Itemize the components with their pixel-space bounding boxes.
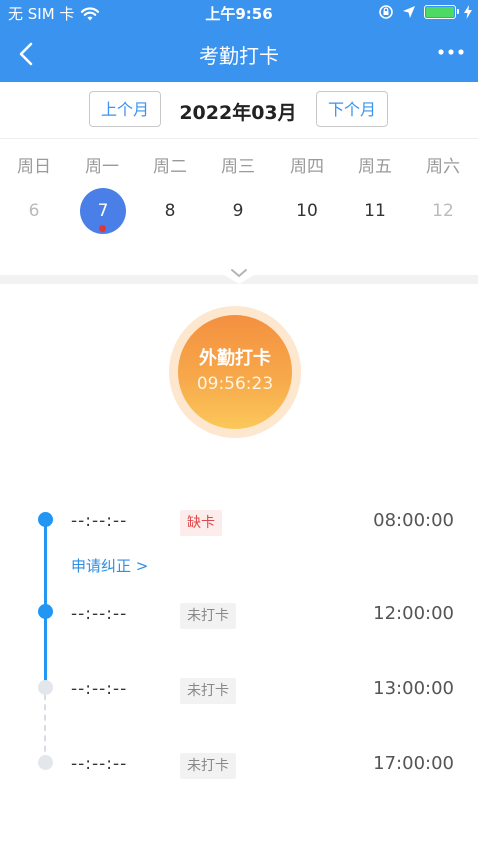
timeline-node (38, 755, 53, 770)
status-right (378, 4, 472, 20)
date-label: 8 (164, 201, 176, 221)
field-punch-button[interactable]: 外勤打卡 09:56:23 (169, 306, 301, 438)
date-label: 9 (232, 201, 244, 221)
status-badge-missing: 缺卡 (180, 510, 222, 536)
timeline-node (38, 680, 53, 695)
scheduled-time: 08:00:00 (373, 510, 454, 531)
date-cell[interactable]: 6 (11, 188, 57, 234)
punch-record-time: --:--:-- (71, 604, 128, 624)
weekday-wed: 周三 (221, 157, 255, 177)
scheduled-time: 13:00:00 (373, 678, 454, 699)
date-label: 6 (28, 201, 40, 221)
more-icon[interactable] (436, 44, 466, 60)
date-cell[interactable]: 12 (420, 188, 466, 234)
attendance-timeline: --:--:-- 缺卡 08:00:00 申请纠正 > --:--:-- 未打卡… (0, 500, 478, 800)
punch-button-time: 09:56:23 (196, 374, 274, 394)
apply-correction-link[interactable]: 申请纠正 > (71, 555, 148, 576)
timeline-line-active (44, 612, 47, 684)
month-selector: 上个月 2022年03月 下个月 (0, 82, 478, 139)
timeline-node (38, 604, 53, 619)
date-label: 12 (432, 201, 454, 221)
status-badge: 未打卡 (180, 678, 236, 704)
punch-record-time: --:--:-- (71, 511, 128, 531)
date-cell[interactable]: 11 (352, 188, 398, 234)
punch-button-label: 外勤打卡 (199, 348, 271, 369)
punch-record-time: --:--:-- (71, 754, 128, 774)
weekday-fri: 周五 (358, 157, 392, 177)
date-cell[interactable]: 10 (284, 188, 330, 234)
date-cell-selected[interactable]: 7 (80, 188, 126, 234)
timeline-line-pending (44, 694, 46, 762)
scheduled-time: 12:00:00 (373, 603, 454, 624)
punch-record-time: --:--:-- (71, 679, 128, 699)
current-month-label: 2022年03月 (179, 102, 297, 124)
prev-month-button[interactable]: 上个月 (89, 91, 161, 127)
status-bar: 无 SIM 卡 上午9:56 (0, 0, 478, 26)
scheduled-time: 17:00:00 (373, 753, 454, 774)
date-label: 10 (296, 201, 318, 221)
attendance-alert-dot (99, 225, 106, 232)
weekday-tue: 周二 (153, 157, 187, 177)
next-month-button[interactable]: 下个月 (316, 91, 388, 127)
rotation-lock-icon (379, 5, 393, 19)
weekday-thu: 周四 (290, 157, 324, 177)
charging-bolt-icon (464, 5, 472, 19)
location-arrow-icon (403, 6, 415, 18)
page-title: 考勤打卡 (199, 44, 279, 68)
status-badge: 未打卡 (180, 603, 236, 629)
nav-bar: 考勤打卡 (0, 26, 478, 82)
timeline-node (38, 512, 53, 527)
battery-icon (424, 5, 459, 19)
date-label: 11 (364, 201, 386, 221)
date-cell[interactable]: 8 (147, 188, 193, 234)
timeline-line-active (44, 519, 47, 613)
weekday-sat: 周六 (426, 157, 460, 177)
punch-button-core (178, 315, 292, 429)
date-label: 7 (97, 201, 109, 221)
weekday-sun: 周日 (17, 157, 51, 177)
chevron-down-icon[interactable] (222, 262, 256, 284)
weekday-mon: 周一 (85, 157, 119, 177)
top-bar: 无 SIM 卡 上午9:56 考勤打卡 (0, 0, 478, 82)
weekday-header: 周日 周一 周二 周三 周四 周五 周六 (0, 152, 478, 177)
week-dates: 6 7 8 9 10 11 12 (0, 188, 478, 236)
date-cell[interactable]: 9 (215, 188, 261, 234)
status-badge: 未打卡 (180, 753, 236, 779)
